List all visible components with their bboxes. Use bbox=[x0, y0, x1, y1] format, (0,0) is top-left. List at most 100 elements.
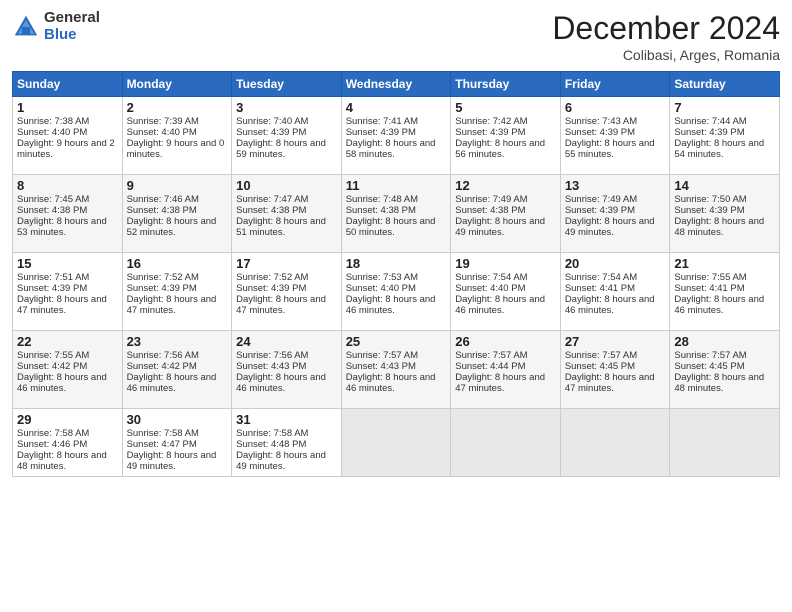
day-number: 19 bbox=[455, 256, 556, 271]
day-number: 23 bbox=[127, 334, 228, 349]
day-number: 17 bbox=[236, 256, 337, 271]
sunset-text: Sunset: 4:43 PM bbox=[236, 361, 306, 372]
day-number: 15 bbox=[17, 256, 118, 271]
sunrise-text: Sunrise: 7:39 AM bbox=[127, 116, 199, 127]
daylight-text: Daylight: 8 hours and 49 minutes. bbox=[455, 216, 545, 238]
table-row: 21Sunrise: 7:55 AMSunset: 4:41 PMDayligh… bbox=[670, 253, 780, 331]
daylight-text: Daylight: 9 hours and 2 minutes. bbox=[17, 138, 115, 160]
day-number: 5 bbox=[455, 100, 556, 115]
sunrise-text: Sunrise: 7:38 AM bbox=[17, 116, 89, 127]
table-row: 20Sunrise: 7:54 AMSunset: 4:41 PMDayligh… bbox=[560, 253, 670, 331]
table-row: 31Sunrise: 7:58 AMSunset: 4:48 PMDayligh… bbox=[232, 409, 342, 477]
daylight-text: Daylight: 8 hours and 55 minutes. bbox=[565, 138, 655, 160]
sunset-text: Sunset: 4:39 PM bbox=[236, 127, 306, 138]
sunset-text: Sunset: 4:42 PM bbox=[17, 361, 87, 372]
table-row: 13Sunrise: 7:49 AMSunset: 4:39 PMDayligh… bbox=[560, 175, 670, 253]
daylight-text: Daylight: 8 hours and 47 minutes. bbox=[455, 372, 545, 394]
daylight-text: Daylight: 8 hours and 46 minutes. bbox=[17, 372, 107, 394]
sunset-text: Sunset: 4:38 PM bbox=[17, 205, 87, 216]
table-row bbox=[670, 409, 780, 477]
day-number: 12 bbox=[455, 178, 556, 193]
sunrise-text: Sunrise: 7:57 AM bbox=[346, 350, 418, 361]
sunrise-text: Sunrise: 7:40 AM bbox=[236, 116, 308, 127]
day-number: 2 bbox=[127, 100, 228, 115]
sunset-text: Sunset: 4:40 PM bbox=[346, 283, 416, 294]
sunset-text: Sunset: 4:39 PM bbox=[346, 127, 416, 138]
sunrise-text: Sunrise: 7:46 AM bbox=[127, 194, 199, 205]
day-number: 30 bbox=[127, 412, 228, 427]
sunset-text: Sunset: 4:43 PM bbox=[346, 361, 416, 372]
day-number: 3 bbox=[236, 100, 337, 115]
sunset-text: Sunset: 4:44 PM bbox=[455, 361, 525, 372]
header-row: Sunday Monday Tuesday Wednesday Thursday… bbox=[13, 72, 780, 97]
daylight-text: Daylight: 8 hours and 46 minutes. bbox=[565, 294, 655, 316]
sunrise-text: Sunrise: 7:55 AM bbox=[674, 272, 746, 283]
daylight-text: Daylight: 8 hours and 47 minutes. bbox=[17, 294, 107, 316]
sunset-text: Sunset: 4:39 PM bbox=[127, 283, 197, 294]
calendar-table: Sunday Monday Tuesday Wednesday Thursday… bbox=[12, 71, 780, 477]
table-row: 17Sunrise: 7:52 AMSunset: 4:39 PMDayligh… bbox=[232, 253, 342, 331]
daylight-text: Daylight: 8 hours and 46 minutes. bbox=[127, 372, 217, 394]
table-row: 5Sunrise: 7:42 AMSunset: 4:39 PMDaylight… bbox=[451, 97, 561, 175]
sunrise-text: Sunrise: 7:47 AM bbox=[236, 194, 308, 205]
logo-blue-text: Blue bbox=[44, 27, 100, 44]
sunset-text: Sunset: 4:39 PM bbox=[674, 205, 744, 216]
sunset-text: Sunset: 4:38 PM bbox=[127, 205, 197, 216]
daylight-text: Daylight: 8 hours and 53 minutes. bbox=[17, 216, 107, 238]
day-number: 11 bbox=[346, 178, 447, 193]
day-number: 22 bbox=[17, 334, 118, 349]
sunset-text: Sunset: 4:40 PM bbox=[127, 127, 197, 138]
sunrise-text: Sunrise: 7:56 AM bbox=[236, 350, 308, 361]
table-row bbox=[341, 409, 451, 477]
sunrise-text: Sunrise: 7:57 AM bbox=[565, 350, 637, 361]
sunset-text: Sunset: 4:46 PM bbox=[17, 439, 87, 450]
col-tuesday: Tuesday bbox=[232, 72, 342, 97]
table-row: 11Sunrise: 7:48 AMSunset: 4:38 PMDayligh… bbox=[341, 175, 451, 253]
daylight-text: Daylight: 8 hours and 56 minutes. bbox=[455, 138, 545, 160]
daylight-text: Daylight: 8 hours and 47 minutes. bbox=[565, 372, 655, 394]
sunrise-text: Sunrise: 7:57 AM bbox=[455, 350, 527, 361]
sunrise-text: Sunrise: 7:48 AM bbox=[346, 194, 418, 205]
table-row: 6Sunrise: 7:43 AMSunset: 4:39 PMDaylight… bbox=[560, 97, 670, 175]
sunrise-text: Sunrise: 7:58 AM bbox=[236, 428, 308, 439]
sunrise-text: Sunrise: 7:50 AM bbox=[674, 194, 746, 205]
day-number: 21 bbox=[674, 256, 775, 271]
daylight-text: Daylight: 8 hours and 49 minutes. bbox=[127, 450, 217, 472]
day-number: 4 bbox=[346, 100, 447, 115]
month-title: December 2024 bbox=[552, 10, 780, 47]
logo-general-text: General bbox=[44, 10, 100, 27]
sunrise-text: Sunrise: 7:49 AM bbox=[565, 194, 637, 205]
table-row: 22Sunrise: 7:55 AMSunset: 4:42 PMDayligh… bbox=[13, 331, 123, 409]
sunrise-text: Sunrise: 7:44 AM bbox=[674, 116, 746, 127]
table-row: 10Sunrise: 7:47 AMSunset: 4:38 PMDayligh… bbox=[232, 175, 342, 253]
table-row: 7Sunrise: 7:44 AMSunset: 4:39 PMDaylight… bbox=[670, 97, 780, 175]
sunrise-text: Sunrise: 7:52 AM bbox=[127, 272, 199, 283]
sunset-text: Sunset: 4:40 PM bbox=[455, 283, 525, 294]
sunrise-text: Sunrise: 7:49 AM bbox=[455, 194, 527, 205]
sunrise-text: Sunrise: 7:41 AM bbox=[346, 116, 418, 127]
daylight-text: Daylight: 8 hours and 52 minutes. bbox=[127, 216, 217, 238]
sunset-text: Sunset: 4:38 PM bbox=[346, 205, 416, 216]
daylight-text: Daylight: 8 hours and 51 minutes. bbox=[236, 216, 326, 238]
sunrise-text: Sunrise: 7:51 AM bbox=[17, 272, 89, 283]
page-header: General Blue December 2024 Colibasi, Arg… bbox=[12, 10, 780, 63]
sunrise-text: Sunrise: 7:54 AM bbox=[565, 272, 637, 283]
table-row: 4Sunrise: 7:41 AMSunset: 4:39 PMDaylight… bbox=[341, 97, 451, 175]
sunset-text: Sunset: 4:42 PM bbox=[127, 361, 197, 372]
daylight-text: Daylight: 8 hours and 46 minutes. bbox=[455, 294, 545, 316]
sunset-text: Sunset: 4:45 PM bbox=[565, 361, 635, 372]
sunrise-text: Sunrise: 7:52 AM bbox=[236, 272, 308, 283]
sunset-text: Sunset: 4:45 PM bbox=[674, 361, 744, 372]
sunset-text: Sunset: 4:39 PM bbox=[674, 127, 744, 138]
day-number: 9 bbox=[127, 178, 228, 193]
title-block: December 2024 Colibasi, Arges, Romania bbox=[552, 10, 780, 63]
col-monday: Monday bbox=[122, 72, 232, 97]
day-number: 14 bbox=[674, 178, 775, 193]
table-row: 18Sunrise: 7:53 AMSunset: 4:40 PMDayligh… bbox=[341, 253, 451, 331]
daylight-text: Daylight: 8 hours and 48 minutes. bbox=[674, 372, 764, 394]
daylight-text: Daylight: 8 hours and 59 minutes. bbox=[236, 138, 326, 160]
page-container: General Blue December 2024 Colibasi, Arg… bbox=[0, 0, 792, 487]
daylight-text: Daylight: 8 hours and 47 minutes. bbox=[127, 294, 217, 316]
sunset-text: Sunset: 4:41 PM bbox=[565, 283, 635, 294]
daylight-text: Daylight: 8 hours and 46 minutes. bbox=[346, 294, 436, 316]
